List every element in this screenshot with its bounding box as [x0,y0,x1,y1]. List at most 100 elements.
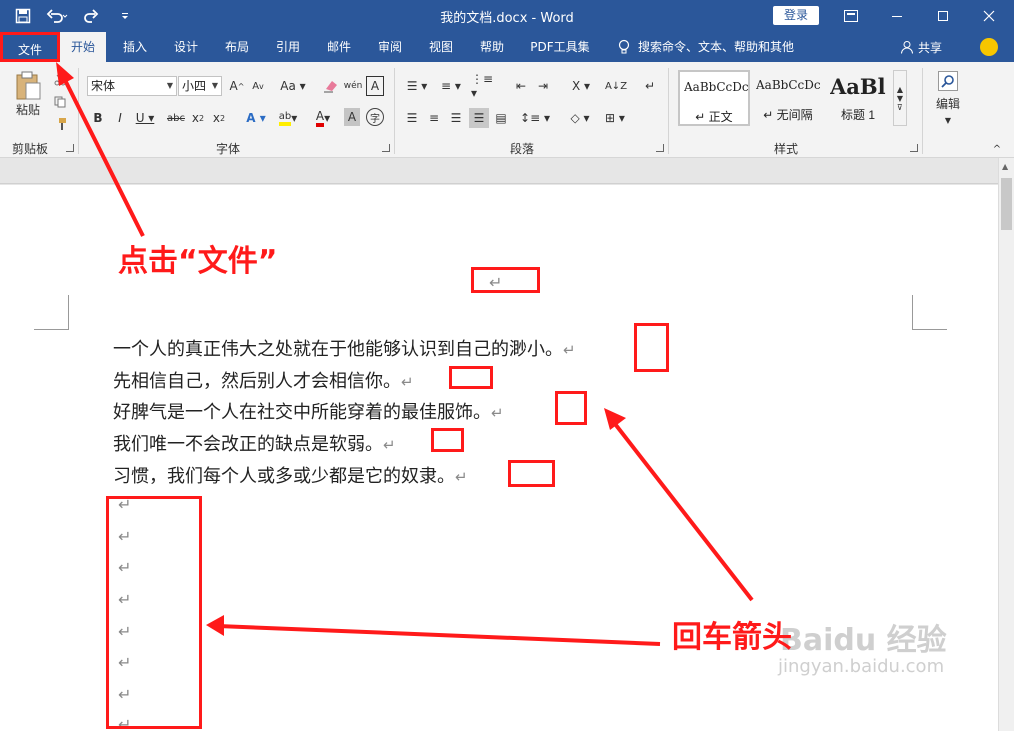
person-icon [900,40,914,54]
paste-button[interactable]: 粘贴 [10,66,46,122]
style-heading-1[interactable]: AaBl 标题 1 [826,70,890,126]
customize-qat-icon[interactable] [110,4,140,28]
superscript-icon[interactable]: x2 [211,108,227,128]
baidu-watermark: Baidu 经验 [780,623,947,658]
annotation-return-arrow: 回车箭头 [672,620,792,655]
justify-icon[interactable]: ☰ [469,108,489,128]
share-button[interactable]: 共享 [900,32,942,62]
feedback-smiley-icon[interactable] [980,38,998,56]
align-center-icon[interactable]: ≡ [425,108,443,128]
bullets-icon[interactable]: ☰ ▾ [403,76,431,96]
paragraph-group-label: 段落 [510,142,535,156]
tab-insert[interactable]: 插入 [112,32,158,62]
shrink-font-icon[interactable]: Av [249,76,267,96]
style-no-spacing[interactable]: AaBbCcDc ↵ 无间隔 [752,70,824,126]
paste-label: 粘贴 [15,102,40,117]
style-normal[interactable]: AaBbCcDc ↵ 正文 [678,70,750,126]
styles-scroll-icon[interactable]: ▲ ▼ ⊽ [893,70,907,126]
annotation-box [449,366,493,389]
font-launcher-icon[interactable] [382,144,390,152]
collapse-ribbon-icon[interactable]: ^ [990,142,1004,156]
character-shading-icon[interactable]: A [344,108,360,126]
tab-references[interactable]: 引用 [265,32,311,62]
strikethrough-icon[interactable]: abc [165,108,187,128]
scrollbar-thumb[interactable] [1001,178,1012,230]
paragraph-launcher-icon[interactable] [656,144,664,152]
subscript-icon[interactable]: x2 [190,108,206,128]
tab-help[interactable]: 帮助 [469,32,515,62]
undo-icon[interactable] [42,4,72,28]
font-group-label: 字体 [216,142,241,156]
grow-font-icon[interactable]: A ^ [228,76,246,96]
tell-me-search[interactable]: 搜索命令、文本、帮助和其他 [618,32,794,62]
minimize-icon[interactable] [874,0,920,32]
chinese-layout-icon[interactable]: ꓫ ▾ [566,76,596,96]
search-icon [938,71,958,91]
divider [394,68,395,154]
chevron-down-icon: ▼ [166,81,173,90]
login-button[interactable]: 登录 [773,6,819,25]
styles-group-label: 样式 [774,142,799,156]
character-border-icon[interactable]: A [366,76,384,96]
close-icon[interactable] [966,0,1012,32]
styles-launcher-icon[interactable] [910,144,918,152]
align-left-icon[interactable]: ☰ [403,108,421,128]
highlight-color-icon[interactable]: ab ▾ [273,108,303,128]
document-line: 我们唯一不会改正的缺点是软弱。↵ [113,430,396,456]
clear-formatting-icon[interactable] [322,76,340,96]
tab-pdf-tools[interactable]: PDF工具集 [520,32,600,62]
maximize-icon[interactable] [920,0,966,32]
tab-home[interactable]: 开始 [60,32,106,62]
tab-file[interactable]: 文件 [0,32,60,62]
font-size-select[interactable]: 小四 ▼ [178,76,222,96]
italic-icon[interactable]: I [112,108,128,128]
clipboard-launcher-icon[interactable] [66,144,74,152]
editing-label: 编辑 [935,97,960,111]
save-icon[interactable] [8,4,38,28]
cut-icon[interactable] [52,72,68,88]
scroll-up-icon[interactable]: ▲ [1002,162,1008,171]
line-spacing-icon[interactable]: ↕≡ ▾ [520,108,550,128]
tab-design[interactable]: 设计 [163,32,209,62]
phonetic-guide-icon[interactable]: wén [344,76,363,96]
font-name-select[interactable]: 宋体 ▼ [87,76,177,96]
format-painter-icon[interactable] [52,116,68,132]
decrease-indent-icon[interactable]: ⇤ [512,76,530,96]
line-text: 习惯，我们每个人或多或少都是它的奴隶。 [113,466,455,487]
redo-icon[interactable] [76,4,106,28]
shading-icon[interactable]: ◇ ▾ [565,108,595,128]
paragraph-mark: ↵ [383,436,396,454]
change-case-icon[interactable]: Aa ▾ [279,76,307,96]
tab-mailings[interactable]: 邮件 [316,32,362,62]
tell-me-text: 搜索命令、文本、帮助和其他 [638,40,795,54]
enclose-characters-icon[interactable]: 字 [366,108,384,126]
align-right-icon[interactable]: ☰ [447,108,465,128]
line-text: 好脾气是一个人在社交中所能穿着的最佳服饰。 [113,402,491,423]
ribbon-display-options-icon[interactable] [828,0,874,32]
editing-button[interactable]: 编辑 ▼ [932,70,964,126]
copy-icon[interactable] [52,94,68,110]
tab-layout[interactable]: 布局 [214,32,260,62]
tab-view[interactable]: 视图 [418,32,464,62]
text-effects-icon[interactable]: A ▾ [242,108,270,128]
show-paragraph-marks-icon[interactable]: ↵ [643,76,657,96]
font-color-icon[interactable]: A ▾ [308,108,338,128]
style-name: ↵ 正文 [695,110,733,124]
numbering-icon[interactable]: ≡ ▾ [437,76,465,96]
lightbulb-icon [618,39,630,55]
line-text: 一个人的真正伟大之处就在于他能够认识到自己的渺小。 [113,339,563,360]
baidu-watermark-url: jingyan.baidu.com [778,656,945,677]
annotation-box [508,460,555,487]
sort-icon[interactable]: A↓Z [605,76,627,96]
borders-icon[interactable]: ⊞ ▾ [600,108,630,128]
distributed-icon[interactable]: ▤ [492,108,510,128]
underline-icon[interactable]: U ▾ [134,108,156,128]
bold-icon[interactable]: B [90,108,106,128]
paragraph-mark: ↵ [455,468,468,486]
vertical-scrollbar[interactable]: ▲ [998,158,1014,731]
tab-review[interactable]: 审阅 [367,32,413,62]
document-line: 好脾气是一个人在社交中所能穿着的最佳服饰。↵ [113,398,504,424]
quick-access-toolbar [8,4,140,28]
multilevel-list-icon[interactable]: ⋮≡ ▾ [471,72,499,100]
increase-indent-icon[interactable]: ⇥ [534,76,552,96]
